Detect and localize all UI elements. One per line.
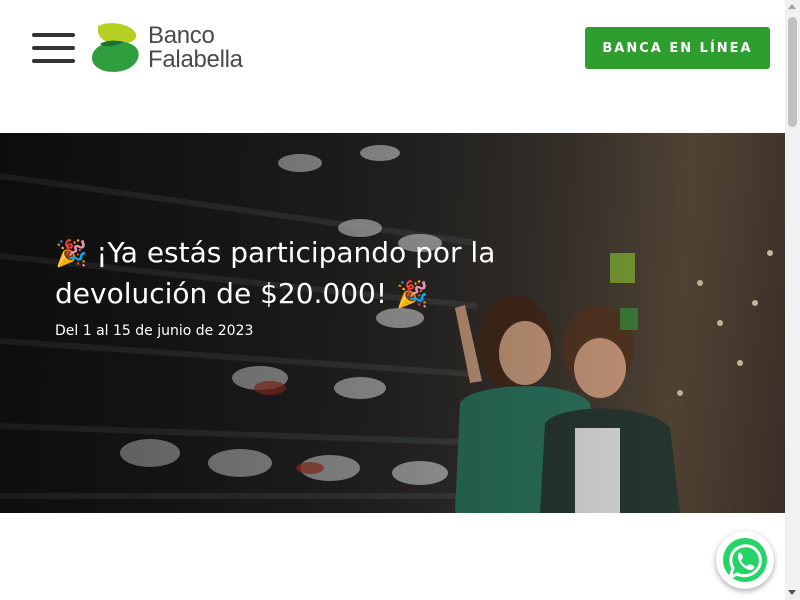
menu-bar [32, 46, 75, 50]
hero-date-range: Del 1 al 15 de junio de 2023 [55, 323, 254, 339]
logo-mark-icon [92, 23, 139, 72]
banco-falabella-logo[interactable]: Banco Falabella [90, 22, 260, 74]
hero-title: 🎉 ¡Ya estás participando por la devoluci… [55, 233, 575, 315]
whatsapp-glyph-icon [723, 538, 767, 582]
hero-title-text: ¡Ya estás participando por la devolución… [55, 236, 496, 310]
scroll-down-icon[interactable] [788, 590, 796, 595]
menu-bar [32, 59, 75, 63]
scrollbar-thumb[interactable] [788, 17, 797, 127]
logo-line-banco: Banco [148, 22, 215, 49]
logo-line-falabella: Falabella [148, 46, 243, 73]
banca-en-linea-button[interactable]: BANCA EN LÍNEA [585, 27, 770, 69]
site-header: Banco Falabella BANCA EN LÍNEA [0, 0, 785, 133]
party-popper-icon: 🎉 [55, 239, 88, 269]
hero-banner: 🎉 ¡Ya estás participando por la devoluci… [0, 133, 785, 513]
party-popper-icon: 🎉 [396, 280, 429, 310]
menu-bar [32, 33, 75, 37]
logo-wordmark: Banco Falabella [148, 24, 243, 72]
page: Banco Falabella BANCA EN LÍNEA 🎉 ¡Ya est… [0, 0, 785, 600]
vertical-scrollbar[interactable] [785, 0, 800, 600]
hamburger-menu-icon[interactable] [32, 33, 75, 63]
scroll-up-icon[interactable] [788, 4, 796, 9]
whatsapp-icon[interactable] [716, 531, 774, 589]
